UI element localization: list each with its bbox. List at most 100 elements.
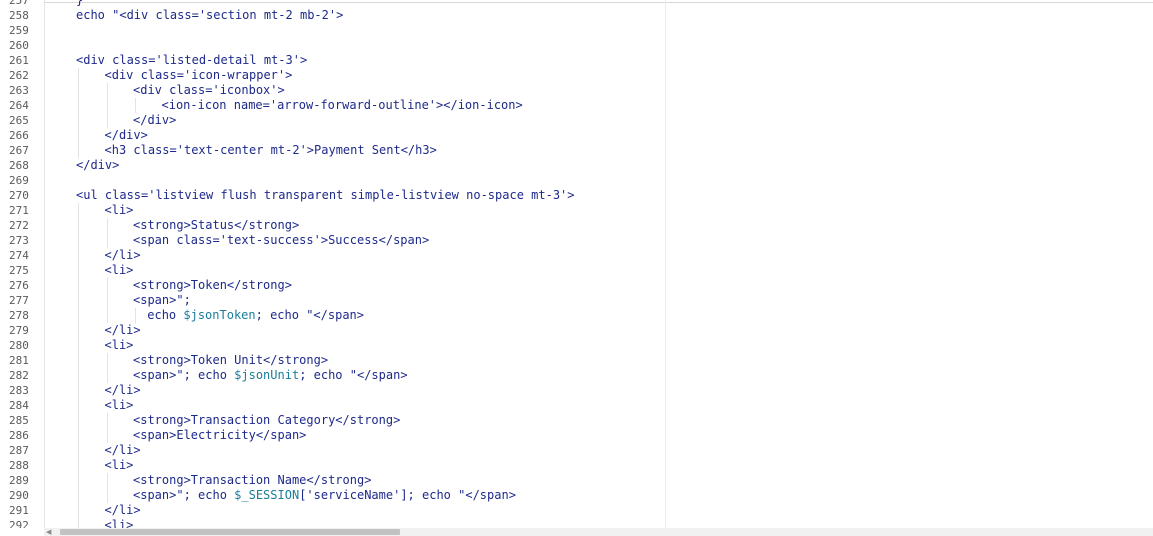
line-number: 288 [9,459,29,472]
code-line[interactable]: <span>"; echo $jsonUnit; echo "</span> [133,368,408,383]
line-number: 257 [9,0,29,7]
code-line[interactable]: echo $jsonToken; echo "</span> [147,308,364,323]
code-editor[interactable]: 257 258 259 260 261 262 263 264 265 266 267 268 269 2… [0,0,1153,536]
indent-guide [106,83,108,98]
indent-guide [78,473,79,488]
indent-guide [78,248,79,263]
code-line[interactable]: </li> [105,503,141,518]
indent-guide [106,488,108,503]
line-number: 287 [9,444,29,457]
line-number: 275 [9,264,29,277]
line-number: 260 [9,39,29,52]
code-line[interactable]: <strong>Transaction Category</strong> [133,413,400,428]
indent-guide [106,353,108,368]
indent-guide [78,383,79,398]
indent-guide [78,338,79,353]
indent-guide [78,128,79,143]
indent-guide [135,98,136,113]
indent-guide [106,368,108,383]
indent-guide [106,98,108,113]
code-line[interactable]: <span>Electricity</span> [133,428,306,443]
line-number: 279 [9,324,29,337]
indent-guide [78,428,79,443]
indent-guide [106,308,108,323]
code-line[interactable]: </li> [105,443,141,458]
line-number: 280 [9,339,29,352]
line-number: 277 [9,294,29,307]
indent-guide [78,83,79,98]
line-number: 274 [9,249,29,262]
indent-guide [106,113,108,128]
code-line[interactable]: <span>"; echo $_SESSION['serviceName']; … [133,488,516,503]
code-line[interactable]: <ion-icon name='arrow-forward-outline'><… [162,98,523,113]
code-line[interactable]: </div> [105,128,148,143]
line-number: 268 [9,159,29,172]
line-number: 259 [9,24,29,37]
code-line[interactable]: echo "<div class='section mt-2 mb-2'> [76,8,343,23]
line-number: 265 [9,114,29,127]
code-line[interactable]: <span>"; [133,293,191,308]
line-number: 264 [9,99,29,112]
indent-guide [78,293,79,308]
line-number: 269 [9,174,29,187]
line-number: 271 [9,204,29,217]
code-line[interactable]: <div class='iconbox'> [133,83,285,98]
code-line[interactable]: <li> [105,398,134,413]
code-line[interactable]: </li> [105,323,141,338]
indent-guide [78,398,79,413]
horizontal-scrollbar[interactable]: ◀ [44,528,1153,536]
indent-guide [78,503,79,518]
indent-guide [106,428,108,443]
indent-guide [78,233,79,248]
indent-guide [106,278,108,293]
line-number: 289 [9,474,29,487]
line-number: 267 [9,144,29,157]
code-line[interactable]: <li> [105,203,134,218]
code-line[interactable]: <span class='text-success'>Success</span… [133,233,429,248]
indent-guide [106,413,108,428]
scroll-corner [0,528,44,536]
indent-guide [135,308,136,323]
code-line[interactable]: } [76,0,83,8]
horizontal-scrollbar-thumb[interactable] [60,529,400,535]
code-line[interactable]: <div class='listed-detail mt-3'> [76,53,307,68]
code-line[interactable]: <ul class='listview flush transparent si… [76,188,575,203]
indent-guide [78,263,79,278]
line-number: 281 [9,354,29,367]
print-margin-line [665,0,666,528]
code-line[interactable]: </div> [76,158,119,173]
indent-guide [78,68,79,83]
code-line[interactable]: <li> [105,263,134,278]
code-line[interactable]: <li> [105,338,134,353]
line-number: 272 [9,219,29,232]
line-number: 270 [9,189,29,202]
line-number: 284 [9,399,29,412]
indent-guide [78,353,79,368]
line-number-gutter: 257 258 259 260 261 262 263 264 265 266 267 268 269 2… [0,0,45,532]
line-number: 273 [9,234,29,247]
line-number: 276 [9,279,29,292]
code-line[interactable]: <h3 class='text-center mt-2'>Payment Sen… [105,143,437,158]
indent-guide [78,323,79,338]
line-number: 283 [9,384,29,397]
code-line[interactable]: </li> [105,383,141,398]
line-number: 258 [9,9,29,22]
indent-guide [106,293,108,308]
code-line[interactable]: <strong>Transaction Name</strong> [133,473,371,488]
indent-guide [106,218,108,233]
code-line[interactable]: </li> [105,248,141,263]
line-number: 261 [9,54,29,67]
indent-guide [106,233,108,248]
code-line[interactable]: <strong>Status</strong> [133,218,299,233]
code-line[interactable]: <div class='icon-wrapper'> [105,68,293,83]
chevron-left-icon[interactable]: ◀ [46,528,54,536]
indent-guide [78,113,79,128]
indent-guide [78,143,79,158]
line-number: 282 [9,369,29,382]
code-line[interactable]: <strong>Token</strong> [133,278,292,293]
code-line[interactable]: <li> [105,458,134,473]
line-number: 291 [9,504,29,517]
code-line[interactable]: </div> [133,113,176,128]
code-area[interactable]: } echo "<div class='section mt-2 mb-2'> <d… [45,0,1153,533]
code-line[interactable]: <strong>Token Unit</strong> [133,353,328,368]
